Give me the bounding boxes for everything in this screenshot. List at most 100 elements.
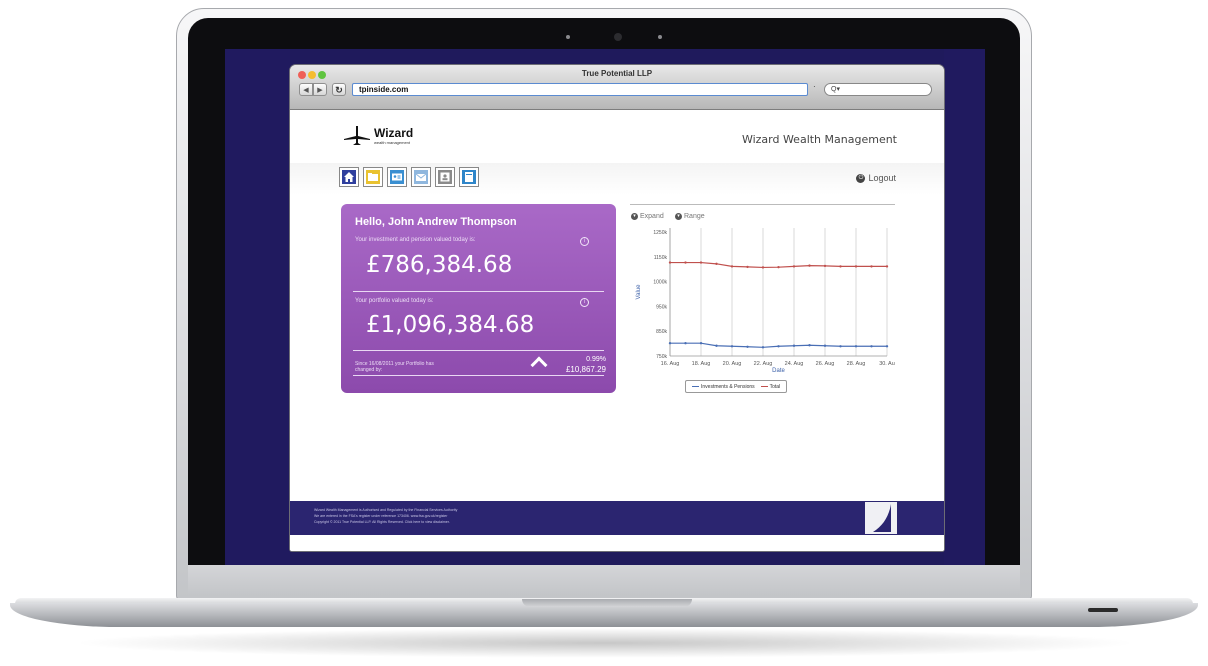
info-icon[interactable]: i: [580, 237, 589, 246]
laptop-port: [1088, 608, 1118, 612]
home-icon[interactable]: [340, 168, 358, 186]
desktop-background: [225, 49, 290, 566]
data-point: [746, 345, 749, 348]
legend-label: Total: [769, 383, 781, 390]
back-button[interactable]: ◀: [299, 83, 313, 96]
greeting: Hello, John Andrew Thompson: [355, 216, 517, 228]
data-point: [761, 266, 765, 269]
web-page: Wizard wealth management Wizard Wealth M…: [290, 110, 944, 551]
legend-label: Investments & Pensions: [701, 383, 755, 390]
data-point: [808, 264, 811, 267]
divider: [353, 375, 604, 376]
sensor-dot: [566, 35, 570, 39]
y-tick-label: 950k: [656, 304, 667, 310]
expand-control[interactable]: ▾ Expand: [631, 213, 664, 220]
browser-titlebar: True Potential LLP ◀ ▶ ↻ tpinside.com · …: [290, 65, 944, 110]
data-point: [746, 265, 749, 269]
data-point: [870, 265, 873, 268]
document-icon[interactable]: [460, 168, 478, 186]
chart-legend[interactable]: Investments & Pensions Total: [685, 380, 788, 393]
portfolio-label: Your portfolio valued today is:: [355, 298, 434, 304]
search-input[interactable]: Q▾: [824, 83, 932, 96]
data-point: [715, 262, 718, 266]
chevron-up-icon: [530, 356, 548, 374]
logo-subtitle: wealth management: [374, 140, 411, 145]
laptop-screen: True Potential LLP ◀ ▶ ↻ tpinside.com · …: [225, 49, 985, 566]
expand-label: Expand: [640, 213, 664, 220]
data-point: [668, 261, 672, 264]
power-icon: ⏻: [856, 173, 866, 183]
data-point: [823, 344, 827, 347]
data-point: [823, 264, 827, 268]
data-point: [885, 345, 889, 348]
data-point: [684, 342, 687, 345]
chart-top-rule: [630, 204, 895, 205]
logout-button[interactable]: ⏻ Logout: [856, 173, 896, 183]
x-tick-label: 30. Au: [879, 361, 895, 367]
plane-logo-icon: [344, 126, 370, 145]
data-point: [684, 261, 687, 264]
data-point: [761, 346, 765, 349]
change-percent: 0.99%: [586, 356, 606, 363]
data-point: [839, 265, 842, 268]
investment-label: Your investment and pension valued today…: [355, 237, 476, 243]
chevron-down-icon: ▾: [631, 213, 638, 220]
footer-line[interactable]: Copyright © 2011 True Potential LLP. All…: [314, 519, 457, 525]
change-amount: £10,867.29: [565, 365, 606, 374]
logout-label: Logout: [868, 173, 896, 183]
legend-item[interactable]: Investments & Pensions: [692, 384, 755, 390]
y-tick-label: 1000k: [653, 280, 667, 286]
range-control[interactable]: ▾ Range: [675, 213, 705, 220]
laptop-lid-notch: [522, 599, 692, 607]
x-tick-label: 24. Aug: [785, 361, 804, 367]
portfolio-chart: ▾ Expand ▾ Range 16. Aug 18. Aug 20. Aug 22…: [630, 204, 895, 404]
x-tick-label: 18. Aug: [692, 361, 711, 367]
site-footer: Wizard Wealth Management is Authorised a…: [290, 501, 944, 535]
data-point: [699, 261, 703, 264]
data-point: [777, 265, 780, 269]
data-point: [699, 342, 703, 345]
divider: [353, 291, 604, 292]
data-point: [715, 344, 718, 347]
brand-title: Wizard Wealth Management: [741, 133, 897, 146]
y-tick-label: 1250k: [653, 230, 667, 236]
data-point: [885, 265, 889, 268]
window-title: True Potential LLP: [581, 69, 653, 78]
change-since-label: Since 16/08/2011 your Portfolio has chan…: [355, 361, 434, 373]
laptop-shadow: [70, 628, 1140, 658]
folder-icon[interactable]: [364, 168, 382, 186]
investment-value: £786,384.68: [366, 252, 513, 278]
data-point: [777, 345, 780, 348]
data-point: [792, 344, 796, 347]
footer-text: Wizard Wealth Management is Authorised a…: [314, 507, 457, 525]
id-card-icon[interactable]: [388, 168, 406, 186]
envelope-icon[interactable]: [412, 168, 430, 186]
data-point: [792, 265, 796, 268]
nav-icon-bar: [340, 168, 478, 186]
valuation-card: Hello, John Andrew Thompson Your investm…: [341, 204, 616, 393]
reload-button[interactable]: ↻: [332, 83, 346, 96]
x-tick-label: 20. Aug: [723, 361, 742, 367]
chevron-down-icon: ▾: [675, 213, 682, 220]
x-tick-label: 28. Aug: [847, 361, 866, 367]
desktop-background: [944, 49, 985, 566]
address-bar[interactable]: tpinside.com: [352, 83, 808, 96]
logo-name: Wizard: [374, 126, 414, 140]
info-icon[interactable]: i: [580, 298, 589, 307]
divider: [353, 350, 604, 351]
x-tick-label: 16. Aug: [661, 361, 680, 367]
rss-icon[interactable]: ·: [813, 82, 816, 91]
x-tick-label: 22. Aug: [754, 361, 773, 367]
portfolio-value: £1,096,384.68: [366, 312, 535, 338]
data-point: [839, 345, 842, 348]
browser-window: True Potential LLP ◀ ▶ ↻ tpinside.com · …: [290, 65, 944, 551]
sensor-dot: [658, 35, 662, 39]
legend-item[interactable]: Total: [760, 383, 781, 390]
person-icon[interactable]: [436, 168, 454, 186]
camera-icon: [614, 33, 622, 41]
data-point: [808, 344, 811, 347]
data-point: [870, 345, 873, 348]
data-point: [854, 265, 858, 268]
forward-button[interactable]: ▶: [313, 83, 327, 96]
x-tick-label: 26. Aug: [816, 361, 835, 367]
